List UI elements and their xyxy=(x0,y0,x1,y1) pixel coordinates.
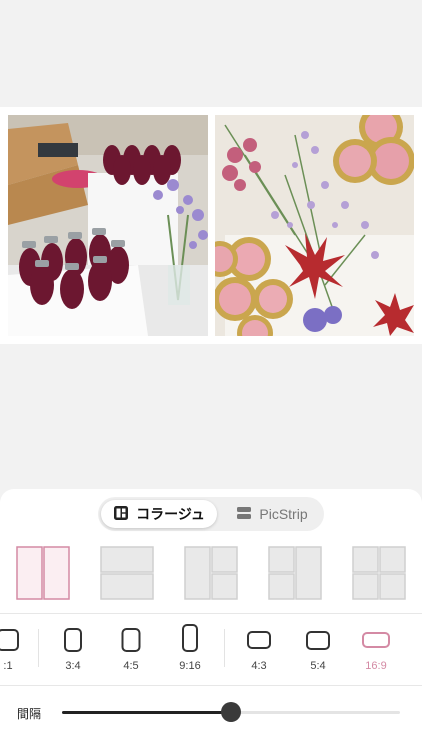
picstrip-mode-label: PicStrip xyxy=(259,506,308,522)
picstrip-icon xyxy=(236,505,252,524)
layout-left-tall-two-right[interactable] xyxy=(184,546,238,600)
spacing-slider-fill xyxy=(62,711,231,714)
divider xyxy=(0,613,422,614)
picstrip-mode-button[interactable]: PicStrip xyxy=(222,500,322,528)
spacing-slider-thumb[interactable] xyxy=(221,702,241,722)
collage-layout-icon xyxy=(113,505,129,524)
ratio-label: :1 xyxy=(3,660,13,672)
ratio-option-4-5[interactable]: 4:5 xyxy=(111,620,151,672)
layout-four-grid[interactable] xyxy=(352,546,406,600)
ratio-option-16-9[interactable]: 16:9 xyxy=(356,620,396,672)
ratio-shape-icon xyxy=(0,629,19,651)
ratio-option-1-1[interactable]: :1 xyxy=(0,620,28,672)
ratio-option-4-3[interactable]: 4:3 xyxy=(239,620,279,672)
ratio-shape-icon xyxy=(306,631,330,650)
spacing-label: 間隔 xyxy=(17,707,42,721)
ratio-shape-icon xyxy=(121,628,141,652)
divider xyxy=(0,685,422,686)
ratio-group-separator xyxy=(224,629,225,667)
layout-two-columns[interactable] xyxy=(16,546,70,600)
editor-panel: コラージュ PicStrip:1 3:4 4:5 9:16 4:3 5:4 1… xyxy=(0,489,422,750)
ratio-label: 3:4 xyxy=(65,660,81,672)
ratio-group-separator xyxy=(38,629,39,667)
layout-picker xyxy=(0,546,422,606)
collage-preview xyxy=(0,107,422,344)
ratio-shape-icon xyxy=(64,628,82,652)
ratio-label: 5:4 xyxy=(310,660,326,672)
collage-mode-button[interactable]: コラージュ xyxy=(101,500,217,528)
ratio-shape-icon xyxy=(362,632,390,648)
ratio-shape-icon xyxy=(182,624,198,652)
collage-photo-right[interactable] xyxy=(215,115,414,336)
mode-toggle: コラージュ PicStrip xyxy=(98,497,324,531)
collage-photo-left[interactable] xyxy=(8,115,208,336)
ratio-label: 4:5 xyxy=(123,660,139,672)
ratio-label: 16:9 xyxy=(365,660,387,672)
ratio-option-9-16[interactable]: 9:16 xyxy=(170,620,210,672)
layout-two-left-tall-right[interactable] xyxy=(268,546,322,600)
aspect-ratio-picker: :1 3:4 4:5 9:16 4:3 5:4 16:9 xyxy=(0,620,422,680)
layout-two-rows[interactable] xyxy=(100,546,154,600)
ratio-option-5-4[interactable]: 5:4 xyxy=(298,620,338,672)
ratio-label: 4:3 xyxy=(251,660,267,672)
ratio-label: 9:16 xyxy=(179,660,201,672)
collage-mode-label: コラージュ xyxy=(136,506,205,522)
spacing-slider[interactable] xyxy=(62,702,400,722)
ratio-shape-icon xyxy=(247,631,271,649)
ratio-option-3-4[interactable]: 3:4 xyxy=(53,620,93,672)
